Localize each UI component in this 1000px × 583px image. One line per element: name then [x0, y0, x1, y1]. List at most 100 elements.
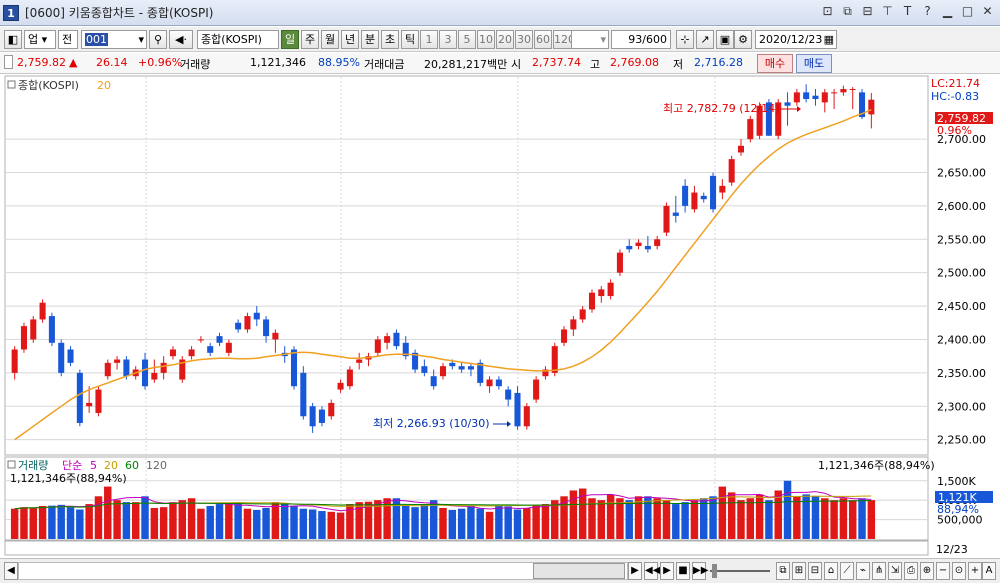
high-label: 고: [590, 58, 601, 71]
interval-button-30[interactable]: 30: [515, 30, 533, 49]
rewind-icon[interactable]: ◀◀: [644, 562, 660, 580]
candle-body: [672, 212, 679, 216]
interval-button-1[interactable]: 1: [420, 30, 438, 49]
buy-button[interactable]: 매수: [757, 54, 793, 73]
window-mode-icon[interactable]: ⧉: [776, 562, 790, 580]
candlestick-chart[interactable]: 2,700.002,650.002,600.002,550.002,500.00…: [0, 75, 1000, 558]
expand-icon[interactable]: +: [968, 562, 982, 580]
close-icon[interactable]: ✕: [981, 5, 994, 18]
volume-bar: [448, 509, 457, 539]
volume-legend-60: 60: [125, 459, 139, 472]
arrange-icon[interactable]: ⌂: [824, 562, 838, 580]
stop-icon[interactable]: ■: [676, 562, 690, 580]
candle-body: [849, 89, 856, 91]
period-tab-4[interactable]: 분: [361, 30, 379, 49]
volume-bar: [243, 508, 252, 539]
period-tab-1[interactable]: 주: [301, 30, 319, 49]
sound-icon[interactable]: ◀·: [169, 30, 193, 49]
period-tab-0[interactable]: 일: [281, 30, 299, 49]
count-field[interactable]: 93/600: [611, 30, 671, 49]
typeface-icon[interactable]: T: [901, 5, 914, 18]
scroll-right-icon[interactable]: ▶: [628, 562, 642, 580]
date-field[interactable]: 2020/12/23 ▦: [755, 30, 837, 49]
export-icon[interactable]: ⇲: [888, 562, 902, 580]
candle-body: [48, 316, 55, 343]
volume-bar: [169, 502, 177, 539]
candle-body: [253, 312, 260, 320]
interval-button-3[interactable]: 3: [439, 30, 457, 49]
quote-toggle-icon[interactable]: [4, 55, 13, 69]
status-bar: ◀ ▶ ◀◀ ▶ ■ ▶▶ ⧉ ⊞ ⊟ ⌂ ⟋ ⌁ ⋔ ⇲ ⎙ ⊕ − ⊙ + …: [0, 558, 1000, 583]
trend-line-icon[interactable]: ⟋: [840, 562, 854, 580]
compare-icon[interactable]: ⊟: [808, 562, 822, 580]
volume-tick-label: 1,500K: [937, 475, 976, 488]
market-select[interactable]: 업 ▾: [24, 30, 56, 49]
search-icon[interactable]: ⚲: [149, 30, 167, 49]
restore-group-icon[interactable]: ⧉: [841, 5, 854, 18]
chart-area[interactable]: 2,700.00 2,650.00 2,600.00 2,550.00 2,500.00…: [0, 75, 1000, 565]
scroll-left-icon[interactable]: ◀: [4, 562, 18, 580]
period-tab-5[interactable]: 초: [381, 30, 399, 49]
candle-body: [104, 362, 111, 377]
candle-body: [616, 252, 623, 273]
volume-bar: [66, 507, 75, 539]
quote-volume-pct: 88.95%: [318, 56, 360, 69]
maximize-icon[interactable]: □: [961, 5, 974, 18]
candle-body: [356, 359, 363, 363]
print-icon[interactable]: ⎙: [904, 562, 918, 580]
quote-change: 26.14: [96, 56, 128, 69]
calendar-icon[interactable]: ▦: [824, 31, 834, 48]
code-input[interactable]: 001 ▾: [81, 30, 147, 49]
layout-icon[interactable]: ◧: [4, 30, 22, 49]
save-icon[interactable]: ▣: [716, 30, 734, 49]
price-tick-label: 2,600.00: [937, 200, 986, 213]
magnet-icon[interactable]: ⋔: [872, 562, 886, 580]
minimize-icon[interactable]: ▁: [941, 5, 954, 18]
font-size-icon[interactable]: A: [982, 562, 996, 580]
interval-button-60[interactable]: 60: [534, 30, 552, 49]
multi-chart-icon[interactable]: ⊞: [792, 562, 806, 580]
sell-button[interactable]: 매도: [796, 54, 832, 73]
interval-button-5[interactable]: 5: [458, 30, 476, 49]
price-tick-label: 2,350.00: [937, 367, 986, 380]
play-icon[interactable]: ▶: [660, 562, 674, 580]
candle-body: [663, 205, 670, 233]
volume-bar: [206, 506, 214, 539]
volume-bar: [29, 507, 38, 539]
forward-icon[interactable]: ▶▶: [692, 562, 708, 580]
period-tab-3[interactable]: 년: [341, 30, 359, 49]
price-tick-label: 2,250.00: [937, 434, 986, 447]
volume-bar: [290, 506, 298, 539]
period-tab-2[interactable]: 월: [321, 30, 339, 49]
period-tab-6[interactable]: 틱: [401, 30, 419, 49]
crosshair-icon[interactable]: ⊹: [676, 30, 694, 49]
date-value: 2020/12/23: [759, 33, 823, 46]
link-window-icon[interactable]: ⊡: [821, 5, 834, 18]
volume-bar: [76, 509, 84, 539]
scope-select[interactable]: 전: [58, 30, 78, 49]
candle-body: [58, 342, 65, 373]
zoom-in-icon[interactable]: ⊕: [920, 562, 934, 580]
help-icon[interactable]: ?: [921, 5, 934, 18]
candle-body: [421, 366, 428, 373]
volume-panel-toggle-icon[interactable]: [7, 460, 16, 469]
reset-zoom-icon[interactable]: ⊙: [952, 562, 966, 580]
interval-button-20[interactable]: 20: [496, 30, 514, 49]
draw-tool-icon[interactable]: ↗: [696, 30, 714, 49]
candle-body: [719, 185, 726, 193]
interval-button-10[interactable]: 10: [477, 30, 495, 49]
zoom-slider-handle[interactable]: [712, 564, 717, 578]
price-panel-toggle-icon[interactable]: [7, 80, 16, 89]
zoom-slider[interactable]: [710, 570, 770, 572]
zoom-out-icon[interactable]: −: [936, 562, 950, 580]
pin-icon[interactable]: ⊤: [881, 5, 894, 18]
volume-bar: [476, 508, 484, 539]
scroll-thumb[interactable]: [533, 563, 625, 579]
open-label: 시: [511, 58, 522, 71]
settings-icon[interactable]: ⚙: [734, 30, 752, 49]
interval-select[interactable]: ▾: [571, 30, 609, 49]
volume-bar: [187, 498, 196, 539]
analysis-icon[interactable]: ⌁: [856, 562, 870, 580]
volume-bar: [765, 500, 773, 539]
split-icon[interactable]: ⊟: [861, 5, 874, 18]
